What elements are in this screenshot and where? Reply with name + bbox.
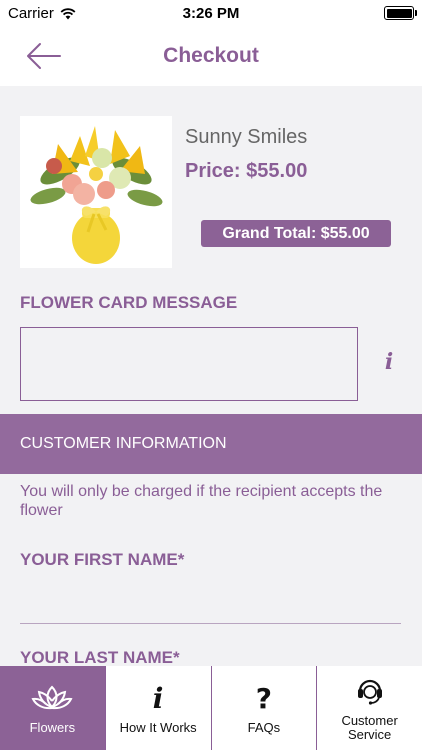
first-name-label: YOUR FIRST NAME* — [20, 550, 185, 569]
product-price: Price: $55.00 — [185, 160, 308, 182]
tab-label: How It Works — [119, 720, 197, 735]
question-icon: ? — [255, 681, 272, 715]
charge-note: You will only be charged if the recipien… — [20, 483, 383, 519]
nav-bar: Checkout — [0, 28, 422, 86]
card-message-label: FLOWER CARD MESSAGE — [20, 293, 238, 312]
tab-bar: Flowers i How It Works ? FAQs Customer S… — [0, 666, 422, 750]
tab-label: Customer Service — [341, 713, 398, 742]
lotus-icon — [31, 681, 73, 715]
clock: 3:26 PM — [182, 5, 240, 22]
info-icon[interactable]: i — [380, 349, 398, 377]
first-name-input[interactable] — [20, 582, 401, 624]
tab-flowers[interactable]: Flowers — [0, 666, 105, 750]
tab-customer-service[interactable]: Customer Service — [316, 666, 422, 750]
bouquet-illustration — [30, 126, 163, 264]
grand-total-badge: Grand Total: $55.00 — [201, 220, 391, 247]
info-icon: i — [152, 681, 164, 715]
customer-info-banner: CUSTOMER INFORMATION — [0, 414, 422, 474]
tab-label: FAQs — [247, 720, 281, 735]
product-image — [20, 116, 172, 268]
headset-icon — [355, 674, 385, 708]
product-name: Sunny Smiles — [185, 126, 308, 148]
tab-faqs[interactable]: ? FAQs — [210, 666, 317, 750]
page-title: Checkout — [163, 44, 259, 67]
tab-label: Flowers — [29, 720, 76, 735]
status-bar: Carrier 3:26 PM — [0, 0, 422, 28]
last-name-label: YOUR LAST NAME* — [20, 648, 180, 667]
battery-icon — [384, 6, 417, 20]
card-message-input[interactable] — [20, 327, 358, 401]
tab-how-it-works[interactable]: i How It Works — [104, 666, 211, 750]
